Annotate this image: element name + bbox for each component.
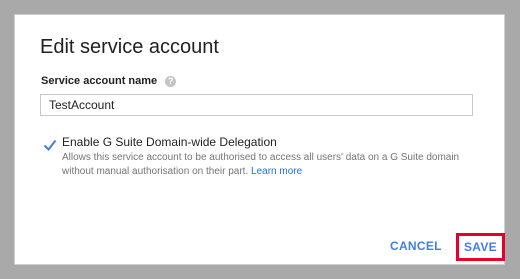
service-account-name-input[interactable] <box>40 94 473 116</box>
service-account-name-label-row: Service account name ? <box>41 75 177 87</box>
edit-service-account-dialog: Edit service account Service account nam… <box>14 14 505 265</box>
cancel-button[interactable]: CANCEL <box>390 239 442 253</box>
learn-more-link[interactable]: Learn more <box>251 166 302 177</box>
service-account-name-label: Service account name <box>41 75 158 87</box>
dialog-title: Edit service account <box>40 36 219 58</box>
delegation-option: Enable G Suite Domain-wide Delegation Al… <box>62 135 482 179</box>
checkmark-icon <box>43 139 57 152</box>
save-button[interactable]: SAVE <box>456 233 505 261</box>
delegation-description: Allows this service account to be author… <box>62 151 482 179</box>
delegation-checkbox[interactable] <box>43 138 57 152</box>
delegation-label[interactable]: Enable G Suite Domain-wide Delegation <box>62 135 482 150</box>
help-circle-icon[interactable]: ? <box>165 75 177 87</box>
